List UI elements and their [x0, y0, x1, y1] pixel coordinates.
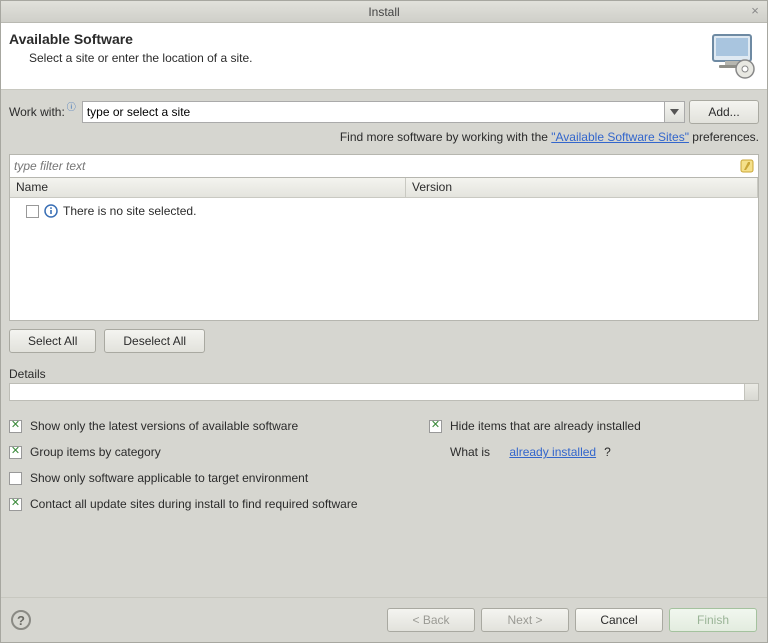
opt-applicable-target[interactable]: Show only software applicable to target … — [9, 471, 429, 485]
details-label: Details — [9, 367, 759, 381]
cancel-button[interactable]: Cancel — [575, 608, 663, 632]
details-text-area[interactable] — [9, 383, 759, 401]
work-with-input[interactable] — [83, 102, 664, 122]
checkbox[interactable] — [429, 420, 442, 433]
info-icon — [44, 204, 58, 218]
work-with-row: Work with: ⓘ Add... — [9, 100, 759, 124]
finish-button: Finish — [669, 608, 757, 632]
filter-input[interactable] — [10, 159, 736, 173]
work-with-combo[interactable] — [82, 101, 685, 123]
wizard-footer: ? < Back Next > Cancel Finish — [1, 597, 767, 642]
help-badge-icon[interactable]: ⓘ — [67, 100, 76, 113]
column-version[interactable]: Version — [406, 178, 758, 197]
checkbox[interactable] — [9, 498, 22, 511]
banner: Available Software Select a site or ente… — [1, 23, 767, 90]
column-name[interactable]: Name — [10, 178, 406, 197]
window-title: Install — [368, 5, 399, 19]
help-icon[interactable]: ? — [11, 610, 31, 630]
empty-row-text: There is no site selected. — [63, 204, 196, 218]
page-title: Available Software — [9, 31, 707, 47]
opt-group-by-category[interactable]: Group items by category — [9, 445, 429, 459]
software-sites-help: Find more software by working with the "… — [9, 130, 759, 144]
close-icon[interactable]: × — [748, 4, 762, 18]
combo-dropdown-button[interactable] — [664, 102, 684, 122]
checkbox[interactable] — [9, 420, 22, 433]
checkbox[interactable] — [9, 472, 22, 485]
page-subtitle: Select a site or enter the location of a… — [29, 51, 707, 65]
clear-filter-icon[interactable] — [736, 159, 758, 173]
opt-hide-installed[interactable]: Hide items that are already installed — [429, 419, 759, 433]
opt-contact-update-sites[interactable]: Contact all update sites during install … — [9, 497, 429, 511]
filter-box[interactable] — [9, 154, 759, 178]
back-button: < Back — [387, 608, 475, 632]
opt-latest-versions[interactable]: Show only the latest versions of availab… — [9, 419, 429, 433]
table-row: There is no site selected. — [10, 202, 758, 220]
install-dialog: Install × Available Software Select a si… — [0, 0, 768, 643]
scrollbar[interactable] — [744, 384, 758, 400]
deselect-all-button[interactable]: Deselect All — [104, 329, 205, 353]
install-wizard-icon — [707, 31, 757, 79]
software-table: Name Version There is no site selected. — [9, 178, 759, 321]
next-button: Next > — [481, 608, 569, 632]
add-site-button[interactable]: Add... — [689, 100, 759, 124]
work-with-label: Work with: — [9, 105, 65, 119]
already-installed-link[interactable]: already installed — [509, 445, 596, 459]
already-installed-help: What is already installed? — [429, 445, 759, 459]
select-all-button[interactable]: Select All — [9, 329, 96, 353]
titlebar: Install × — [1, 1, 767, 23]
row-checkbox[interactable] — [26, 205, 39, 218]
available-software-sites-link[interactable]: "Available Software Sites" — [551, 130, 689, 144]
checkbox[interactable] — [9, 446, 22, 459]
